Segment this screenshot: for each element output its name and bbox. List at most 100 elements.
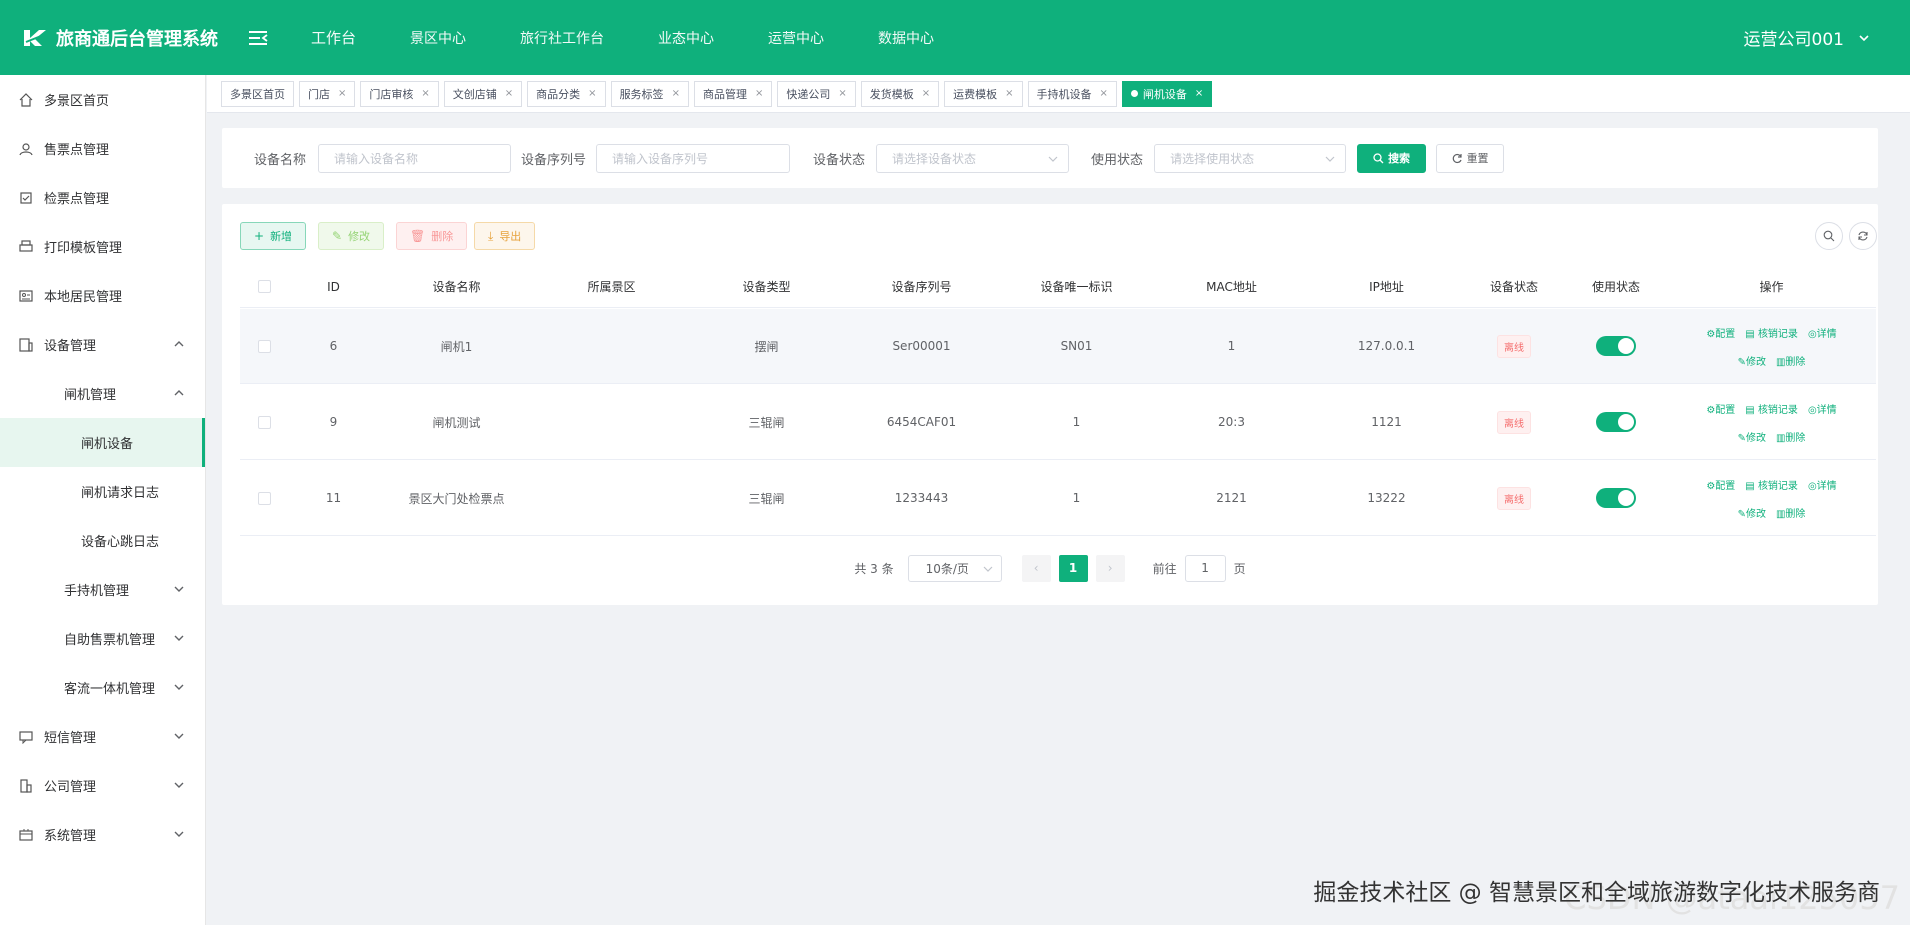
delete-button[interactable]: 🗑 删除 xyxy=(396,222,468,250)
col-device-type: 设备类型 xyxy=(742,280,791,294)
link-label: 修改 xyxy=(1745,356,1766,368)
menu-fold-icon[interactable] xyxy=(247,27,269,49)
nav-scenic-center[interactable]: 景区中心 xyxy=(410,28,466,48)
sidebar-item-sms[interactable]: 短信管理 xyxy=(0,712,205,761)
detail-link[interactable]: ◎详情 xyxy=(1808,325,1837,340)
sidebar-item-handheld-management[interactable]: 手持机管理 xyxy=(0,565,205,614)
tab-store[interactable]: 门店 × xyxy=(299,80,356,107)
tab-service-tags[interactable]: 服务标签 × xyxy=(610,80,689,107)
tab-shipping-template[interactable]: 发货模板 × xyxy=(860,80,940,107)
use-status-toggle[interactable] xyxy=(1596,488,1636,508)
use-status-toggle[interactable] xyxy=(1596,336,1636,356)
sidebar-item-gate-management[interactable]: 闸机管理 xyxy=(0,369,205,418)
next-page-button[interactable]: › xyxy=(1095,554,1125,582)
row-edit-link[interactable]: ✎修改 xyxy=(1738,353,1766,368)
close-icon[interactable]: × xyxy=(421,88,429,99)
sidebar-item-home[interactable]: 多景区首页 xyxy=(0,75,205,124)
nav-workbench[interactable]: 工作台 xyxy=(311,27,356,48)
tab-store-audit[interactable]: 门店审核 × xyxy=(360,80,439,107)
tab-product-category[interactable]: 商品分类 × xyxy=(527,80,606,107)
sidebar-item-checkin[interactable]: 检票点管理 xyxy=(0,173,205,222)
select-all-checkbox[interactable] xyxy=(257,280,271,293)
close-icon[interactable]: × xyxy=(672,88,680,99)
link-label: 核销记录 xyxy=(1757,328,1798,340)
close-icon[interactable]: × xyxy=(588,88,596,99)
tab-freight-template[interactable]: 运费模板 × xyxy=(944,80,1023,107)
row-edit-link[interactable]: ✎修改 xyxy=(1738,429,1766,444)
close-icon[interactable]: × xyxy=(338,88,346,99)
close-icon[interactable]: × xyxy=(1100,88,1108,99)
prev-page-button[interactable]: ‹ xyxy=(1021,554,1051,582)
device-status-select[interactable]: 请选择设备状态 xyxy=(876,143,1070,173)
verify-record-link[interactable]: ▤ 核销记录 xyxy=(1745,477,1798,492)
sidebar-item-self-service-kiosk[interactable]: 自助售票机管理 xyxy=(0,614,205,663)
device-name-input[interactable]: 请输入设备名称 xyxy=(318,143,512,173)
config-link[interactable]: ⚙配置 xyxy=(1706,477,1735,492)
search-button[interactable]: 搜索 xyxy=(1357,143,1427,173)
use-status-select[interactable]: 请选择使用状态 xyxy=(1154,143,1347,173)
tab-handheld-device[interactable]: 手持机设备 × xyxy=(1027,80,1117,107)
goto-page-input[interactable]: 1 xyxy=(1184,554,1226,582)
add-button[interactable]: + 新增 xyxy=(240,222,307,250)
sidebar-item-heartbeat-log[interactable]: 设备心跳日志 xyxy=(0,516,205,565)
sidebar-item-gate-request-log[interactable]: 闸机请求日志 xyxy=(0,467,205,516)
edit-button[interactable]: ✎ 修改 xyxy=(318,222,385,250)
close-icon[interactable]: × xyxy=(1005,88,1013,99)
refresh-button[interactable] xyxy=(1849,222,1877,250)
page-number[interactable]: 1 xyxy=(1058,554,1088,582)
use-status-toggle[interactable] xyxy=(1596,412,1636,432)
reset-button[interactable]: 重置 xyxy=(1436,143,1505,173)
detail-link[interactable]: ◎详情 xyxy=(1808,401,1837,416)
verify-record-link[interactable]: ▤ 核销记录 xyxy=(1745,325,1798,340)
cell-device-name: 景区大门处检票点 xyxy=(408,491,505,506)
row-checkbox[interactable] xyxy=(257,491,271,505)
row-checkbox[interactable] xyxy=(257,415,271,429)
tab-courier[interactable]: 快递公司 × xyxy=(777,80,856,107)
config-link[interactable]: ⚙配置 xyxy=(1706,401,1735,416)
row-edit-link[interactable]: ✎修改 xyxy=(1738,505,1766,520)
gear-icon: ⚙ xyxy=(1706,328,1716,340)
sidebar-item-system[interactable]: 系统管理 xyxy=(0,810,205,859)
sidebar-item-ticket-office[interactable]: 售票点管理 xyxy=(0,124,205,173)
tab-label: 发货模板 xyxy=(869,87,914,101)
row-delete-link[interactable]: ▥删除 xyxy=(1776,505,1805,520)
row-delete-link[interactable]: ▥删除 xyxy=(1776,429,1805,444)
toggle-search-button[interactable] xyxy=(1815,222,1843,250)
nav-operation-center[interactable]: 运营中心 xyxy=(768,28,824,48)
chevron-down-icon xyxy=(174,684,184,690)
eye-icon: ◎ xyxy=(1807,328,1817,340)
table-row[interactable]: 9 闸机测试 三辊闸 6454CAF01 1 20:3 1121 离线 ⚙配置 … xyxy=(240,385,1876,460)
config-link[interactable]: ⚙配置 xyxy=(1706,325,1735,340)
sidebar-item-label: 手持机管理 xyxy=(64,584,130,599)
table-row[interactable]: 6 闸机1 摆闸 Ser00001 SN01 1 127.0.0.1 离线 ⚙配… xyxy=(240,309,1876,384)
nav-data-center[interactable]: 数据中心 xyxy=(878,28,934,48)
nav-business-center[interactable]: 业态中心 xyxy=(658,28,714,48)
sidebar-item-residents[interactable]: 本地居民管理 xyxy=(0,271,205,320)
serial-input[interactable]: 请输入设备序列号 xyxy=(596,143,791,173)
nav-travel-agency[interactable]: 旅行社工作台 xyxy=(520,28,604,48)
app-logo[interactable]: 旅商通后台管理系统 xyxy=(22,25,247,51)
close-icon[interactable]: × xyxy=(755,88,763,99)
close-icon[interactable]: × xyxy=(505,88,513,99)
export-button[interactable]: ⤓ 导出 xyxy=(474,222,536,250)
row-checkbox[interactable] xyxy=(257,339,271,353)
tab-product-management[interactable]: 商品管理 × xyxy=(693,80,773,107)
close-icon[interactable]: × xyxy=(838,88,846,99)
sidebar-item-device-management[interactable]: 设备管理 xyxy=(0,320,205,369)
sidebar-item-print-template[interactable]: 打印模板管理 xyxy=(0,222,205,271)
sidebar-item-passenger-flow[interactable]: 客流一体机管理 xyxy=(0,663,205,712)
tab-creative-store[interactable]: 文创店铺 × xyxy=(443,80,523,107)
detail-link[interactable]: ◎详情 xyxy=(1808,477,1837,492)
sidebar-item-gate-devices[interactable]: 闸机设备 xyxy=(0,418,205,467)
close-icon[interactable]: × xyxy=(922,88,930,99)
table-row[interactable]: 11 景区大门处检票点 三辊闸 1233443 1 2121 13222 离线 … xyxy=(240,461,1876,536)
user-menu[interactable]: 运营公司001 xyxy=(1744,0,1870,75)
page-size-select[interactable]: 10条/页 xyxy=(907,554,1002,582)
tab-multi-scenic-home[interactable]: 多景区首页 xyxy=(221,80,294,107)
row-delete-link[interactable]: ▥删除 xyxy=(1776,353,1805,368)
sidebar-item-company[interactable]: 公司管理 xyxy=(0,761,205,810)
verify-record-link[interactable]: ▤ 核销记录 xyxy=(1745,401,1798,416)
sidebar-item-label: 闸机请求日志 xyxy=(81,486,160,501)
tab-gate-device[interactable]: 闸机设备 × xyxy=(1121,80,1213,107)
close-icon[interactable]: × xyxy=(1195,88,1203,99)
